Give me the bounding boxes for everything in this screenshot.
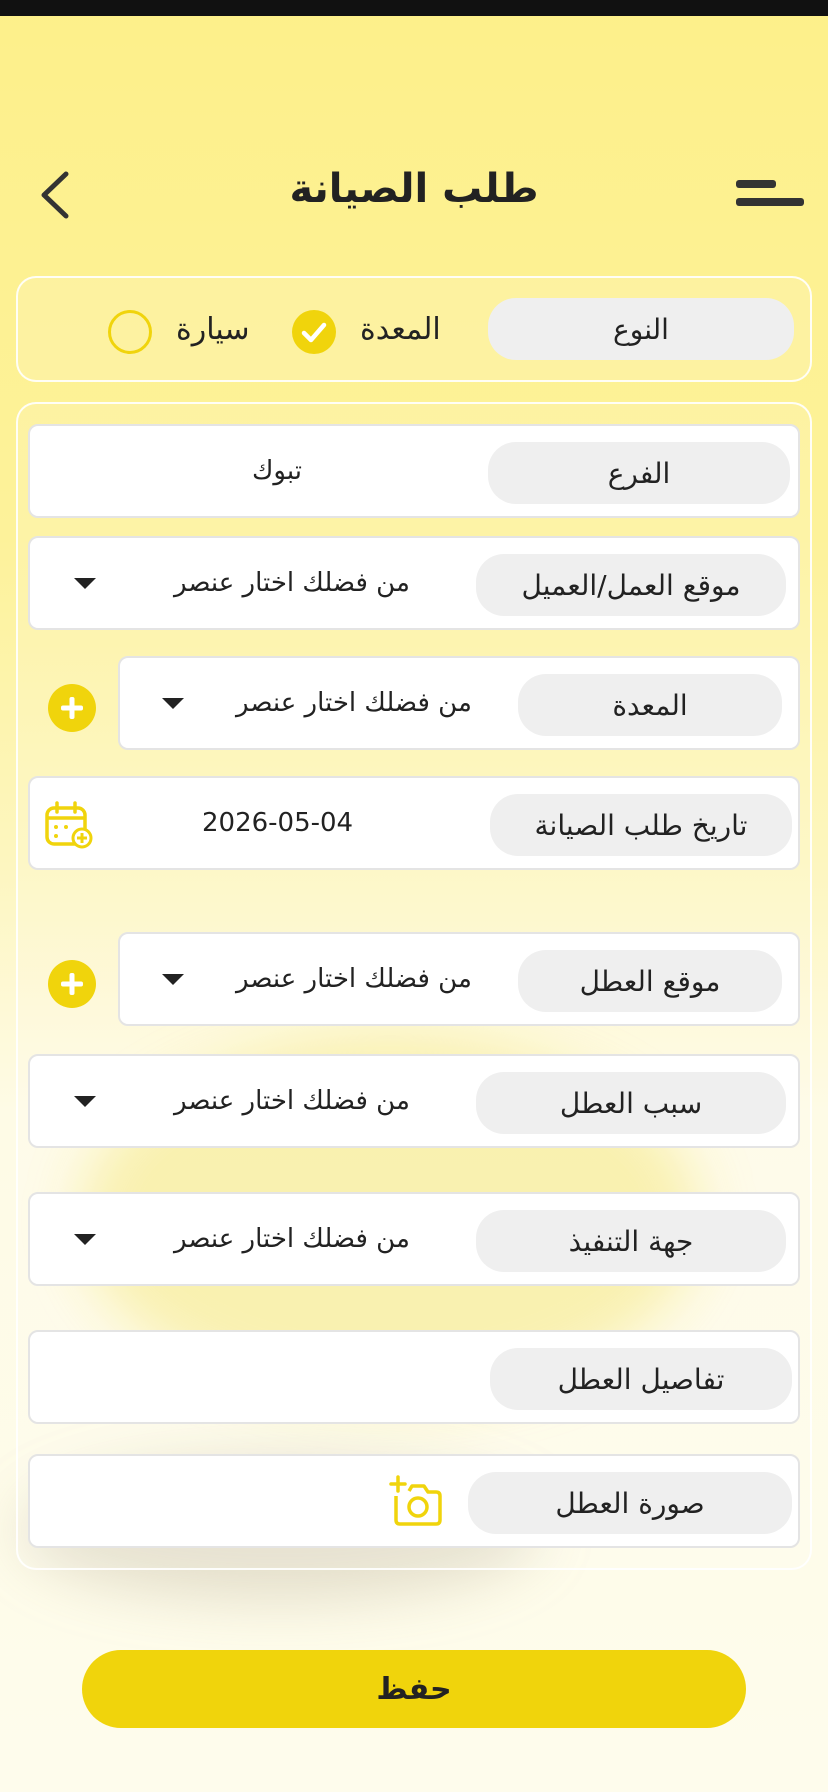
fault-location-field[interactable]: موقع العطل من فضلك اختار عنصر	[118, 932, 800, 1026]
work-site-field[interactable]: موقع العمل/العميل من فضلك اختار عنصر	[28, 536, 800, 630]
dropdown-arrow-icon[interactable]	[162, 698, 184, 709]
branch-field: الفرع تبوك	[28, 424, 800, 518]
dropdown-arrow-icon[interactable]	[162, 974, 184, 985]
equipment-label: المعدة	[518, 674, 782, 736]
work-site-label: موقع العمل/العميل	[476, 554, 786, 616]
executing-party-field[interactable]: جهة التنفيذ من فضلك اختار عنصر	[28, 1192, 800, 1286]
type-selector-card: النوع المعدة سيارة	[16, 276, 812, 382]
save-button[interactable]: حفظ	[82, 1650, 746, 1728]
type-option-equipment-radio[interactable]	[292, 310, 336, 354]
check-icon	[301, 322, 327, 343]
type-label: النوع	[488, 298, 794, 360]
type-option-car-radio[interactable]	[108, 310, 152, 354]
fault-details-field[interactable]: تفاصيل العطل	[28, 1330, 800, 1424]
branch-label: الفرع	[488, 442, 790, 504]
fault-reason-field[interactable]: سبب العطل من فضلك اختار عنصر	[28, 1054, 800, 1148]
camera-add-icon[interactable]	[388, 1474, 444, 1528]
menu-button[interactable]	[734, 174, 806, 214]
request-date-label: تاريخ طلب الصيانة	[490, 794, 792, 856]
fault-details-input[interactable]	[50, 1332, 470, 1422]
fault-reason-select[interactable]: من فضلك اختار عنصر	[174, 1056, 410, 1146]
work-site-select[interactable]: من فضلك اختار عنصر	[174, 538, 410, 628]
type-option-equipment-label[interactable]: المعدة	[360, 312, 441, 347]
branch-value: تبوك	[252, 456, 302, 486]
equipment-select[interactable]: من فضلك اختار عنصر	[236, 658, 472, 748]
add-fault-location-button[interactable]	[48, 960, 96, 1008]
add-equipment-button[interactable]	[48, 684, 96, 732]
request-date-field[interactable]: تاريخ طلب الصيانة 2026-05-04	[28, 776, 800, 870]
fault-location-select[interactable]: من فضلك اختار عنصر	[236, 934, 472, 1024]
fault-image-field[interactable]: صورة العطل	[28, 1454, 800, 1548]
page-title: طلب الصيانة	[289, 166, 539, 212]
fault-reason-label: سبب العطل	[476, 1072, 786, 1134]
fault-location-label: موقع العطل	[518, 950, 782, 1012]
status-bar	[0, 0, 828, 16]
equipment-field[interactable]: المعدة من فضلك اختار عنصر	[118, 656, 800, 750]
executing-party-select[interactable]: من فضلك اختار عنصر	[174, 1194, 410, 1284]
request-date-value[interactable]: 2026-05-04	[202, 778, 353, 868]
executing-party-label: جهة التنفيذ	[476, 1210, 786, 1272]
menu-icon	[736, 180, 804, 206]
dropdown-arrow-icon[interactable]	[74, 1096, 96, 1107]
type-option-car-label[interactable]: سيارة	[176, 312, 250, 347]
fault-image-label: صورة العطل	[468, 1472, 792, 1534]
calendar-add-icon[interactable]	[44, 800, 94, 850]
fault-details-label: تفاصيل العطل	[490, 1348, 792, 1410]
dropdown-arrow-icon[interactable]	[74, 578, 96, 589]
dropdown-arrow-icon[interactable]	[74, 1234, 96, 1245]
